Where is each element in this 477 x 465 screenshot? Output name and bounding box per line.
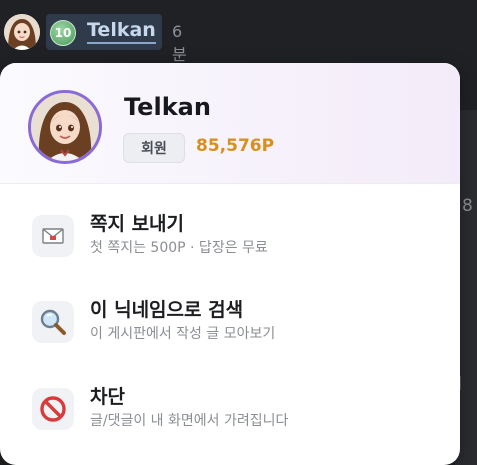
menu-item-search-nickname[interactable]: 이 닉네임으로 검색 이 게시판에서 작성 글 모아보기 — [0, 299, 460, 381]
prohibited-icon — [40, 396, 66, 422]
menu-item-desc: 글/댓글이 내 화면에서 가려집니다 — [90, 413, 289, 429]
menu-item-desc: 이 게시판에서 작성 글 모아보기 — [90, 326, 276, 342]
role-badge: 회원 — [123, 133, 185, 163]
avatar-portrait-icon — [4, 14, 40, 50]
points-value: 85,576P — [196, 136, 275, 156]
profile-avatar — [28, 90, 102, 164]
profile-name: Telkan — [124, 93, 211, 121]
menu-item-send-message[interactable]: 쪽지 보내기 첫 쪽지는 500P · 답장은 무료 — [0, 213, 460, 295]
background-partial-text: 8 — [462, 196, 473, 216]
popup-profile-header: Telkan 회원 85,576P — [0, 63, 460, 184]
menu-icon-box — [32, 215, 74, 257]
menu-item-title: 이 닉네임으로 검색 — [90, 299, 244, 321]
menu-icon-box — [32, 388, 74, 430]
menu-item-title: 차단 — [90, 386, 125, 408]
level-badge: 10 — [50, 20, 76, 46]
author-avatar[interactable] — [4, 14, 40, 50]
menu-icon-box — [32, 301, 74, 343]
user-popup-menu: Telkan 회원 85,576P 쪽지 보내기 첫 쪽지는 500P · 답장… — [0, 63, 460, 465]
menu-item-block-user[interactable]: 차단 글/댓글이 내 화면에서 가려집니다 — [0, 386, 460, 465]
page: 8 10 Telkan 6분 전 — [0, 0, 477, 465]
avatar-portrait-icon — [31, 93, 99, 161]
menu-item-title: 쪽지 보내기 — [90, 213, 185, 235]
envelope-icon — [42, 228, 64, 244]
menu-item-desc: 첫 쪽지는 500P · 답장은 무료 — [90, 240, 268, 256]
author-name-link[interactable]: Telkan — [87, 18, 156, 44]
magnifier-icon — [40, 309, 66, 335]
